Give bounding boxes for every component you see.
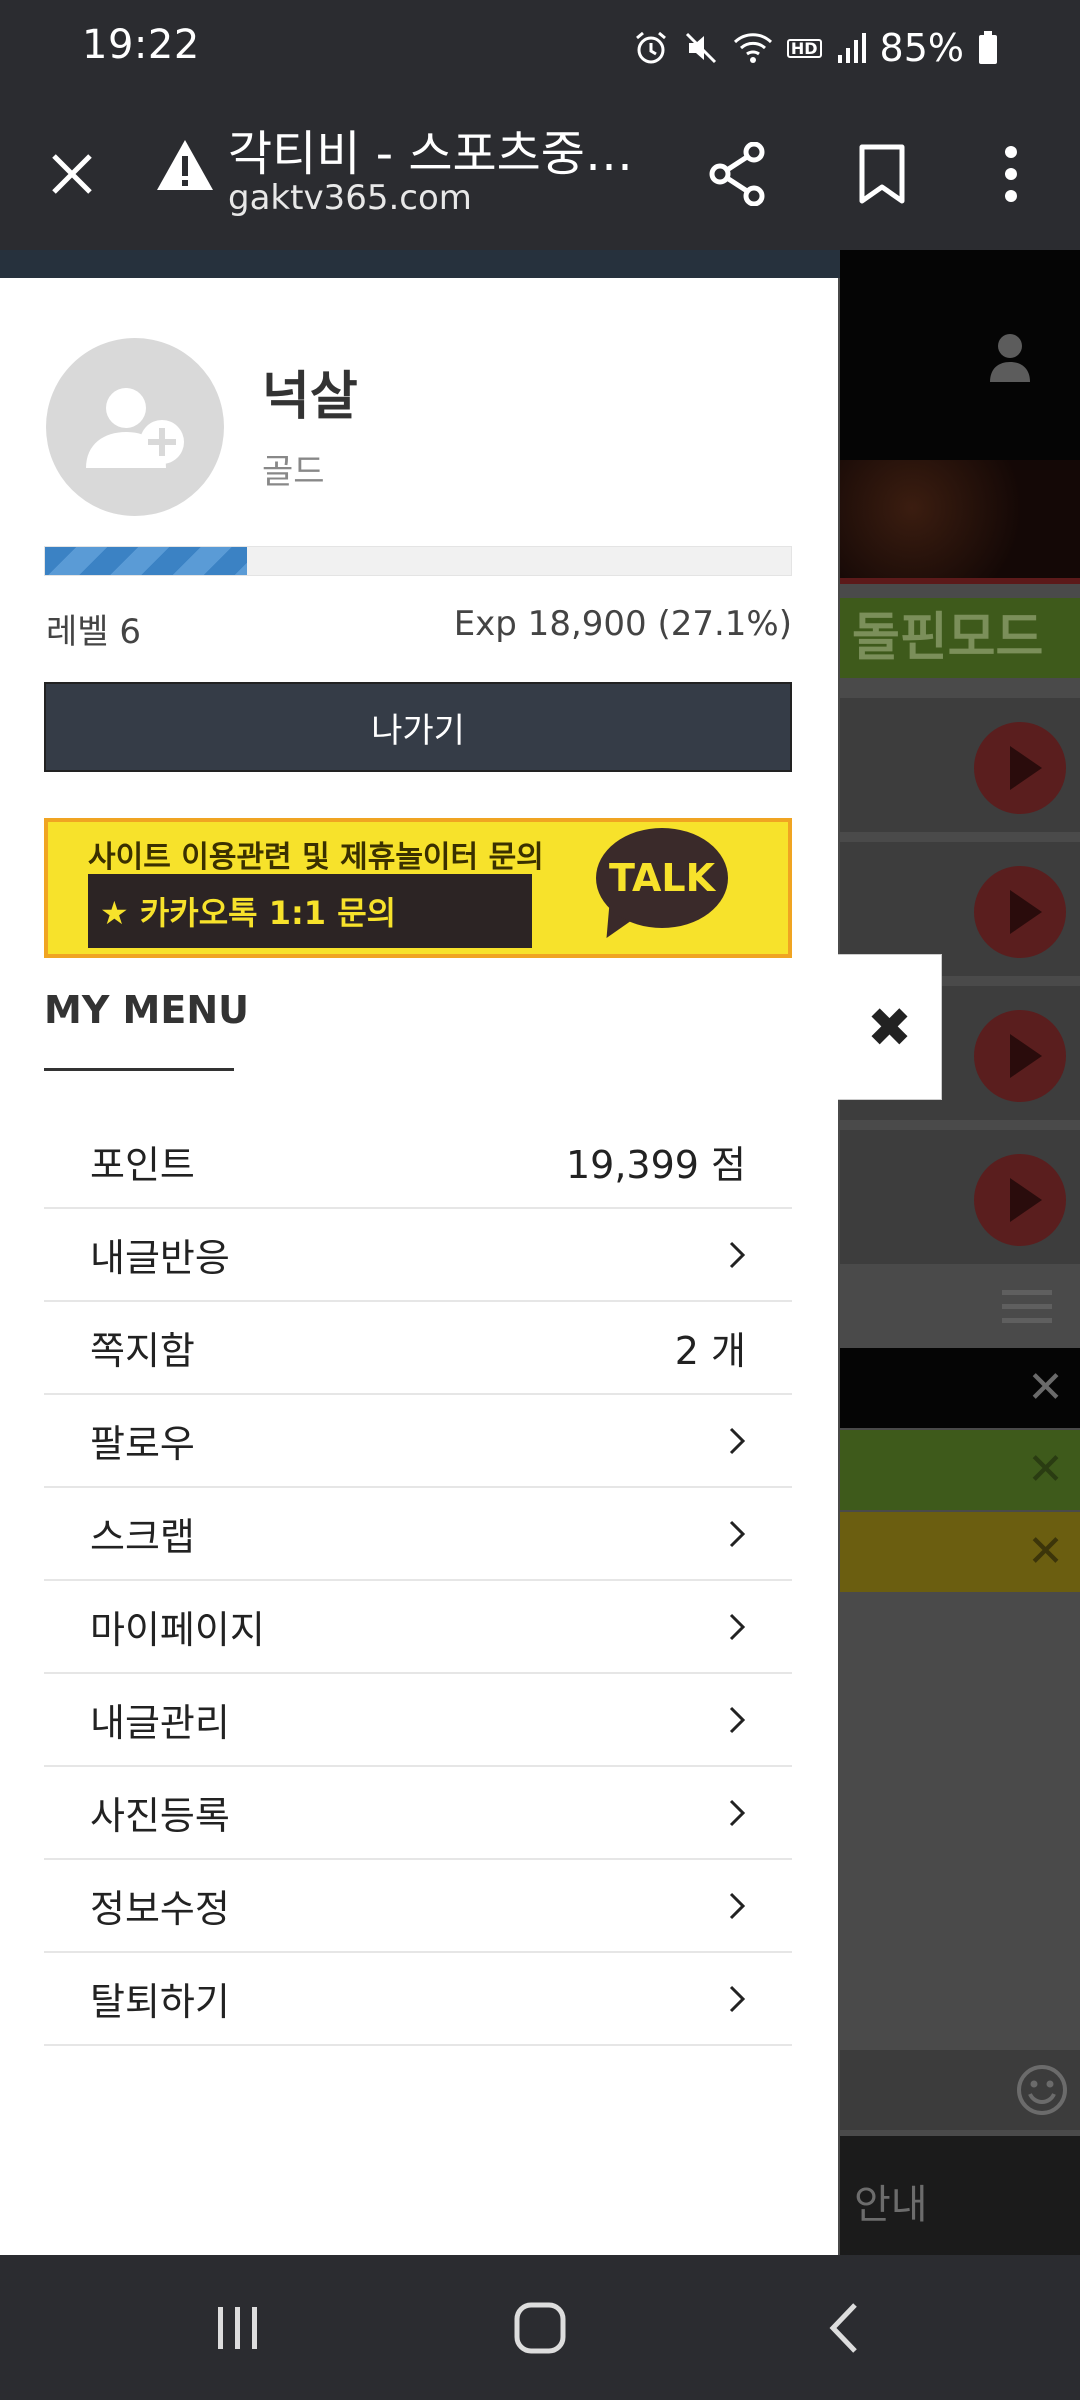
user-icon[interactable] bbox=[988, 332, 1032, 386]
exp-progress-bar bbox=[44, 546, 792, 576]
side-drawer: 넉살 골드 레벨 6 Exp 18,900 (27.1%) 나가기 사이트 이용… bbox=[0, 278, 838, 2255]
share-button[interactable] bbox=[700, 132, 776, 216]
banner-line1: 사이트 이용관련 및 제휴놀이터 문의 bbox=[88, 840, 544, 875]
play-icon bbox=[974, 722, 1066, 814]
menu-item[interactable]: 팔로우 bbox=[44, 1395, 792, 1488]
menu-item-label: 사진등록 bbox=[90, 1794, 230, 1838]
alarm-icon bbox=[635, 31, 666, 64]
list-item[interactable] bbox=[840, 1130, 1080, 1268]
logout-button[interactable]: 나가기 bbox=[44, 682, 792, 772]
chevron-right-icon bbox=[728, 1891, 746, 1921]
kakao-inquiry-banner[interactable]: 사이트 이용관련 및 제휴놀이터 문의 ★ 카카오톡 1:1 문의 TALK bbox=[44, 818, 792, 958]
menu-item[interactable]: 정보수정 bbox=[44, 1860, 792, 1953]
menu-item-label: 정보수정 bbox=[90, 1887, 230, 1931]
my-menu-list: 포인트 19,399 점내글반응쪽지함 2 개팔로우스크랩마이페이지내글관리사진등록… bbox=[44, 1116, 792, 2046]
status-time: 19:22 bbox=[82, 22, 200, 68]
my-menu-underline bbox=[44, 1068, 234, 1071]
menu-item[interactable]: 내글관리 bbox=[44, 1674, 792, 1767]
menu-item-value: 2 개 bbox=[674, 1329, 746, 1373]
close-drawer-button[interactable]: ✖ bbox=[838, 954, 942, 1100]
user-nickname: 넉살 bbox=[262, 367, 358, 427]
user-grade: 골드 bbox=[262, 452, 325, 492]
close-icon[interactable]: ✕ bbox=[1027, 1526, 1064, 1577]
chevron-right-icon bbox=[728, 1240, 746, 1270]
menu-item-label: 쪽지함 bbox=[90, 1329, 195, 1373]
page-title[interactable]: 각티비 - 스포츠중계... bbox=[228, 114, 658, 184]
bookmark-button[interactable] bbox=[844, 132, 920, 216]
menu-item[interactable]: 내글반응 bbox=[44, 1209, 792, 1302]
battery-level: 85% bbox=[879, 26, 964, 70]
add-user-icon bbox=[86, 388, 184, 468]
chevron-right-icon bbox=[728, 1984, 746, 2014]
chevron-right-icon bbox=[728, 1519, 746, 1549]
wifi-icon bbox=[733, 33, 772, 63]
emoji-icon[interactable] bbox=[1016, 2064, 1068, 2120]
more-options-button[interactable] bbox=[976, 132, 1046, 216]
list-item[interactable] bbox=[840, 698, 1080, 836]
back-button[interactable] bbox=[804, 2295, 884, 2361]
browser-toolbar: 각티비 - 스포츠중계... gaktv365.com bbox=[0, 96, 1080, 250]
close-icon[interactable]: ✕ bbox=[1027, 1444, 1064, 1495]
play-icon bbox=[974, 1010, 1066, 1102]
home-button[interactable] bbox=[500, 2295, 580, 2361]
home-icon bbox=[514, 2302, 566, 2354]
menu-item[interactable]: 포인트 19,399 점 bbox=[44, 1116, 792, 1209]
recent-apps-button[interactable] bbox=[198, 2295, 278, 2361]
page-green-banner[interactable]: 돌핀모드 bbox=[840, 598, 1080, 678]
menu-item[interactable]: 마이페이지 bbox=[44, 1581, 792, 1674]
menu-item-label: 마이페이지 bbox=[90, 1608, 265, 1652]
signal-icon bbox=[837, 33, 866, 63]
chevron-right-icon bbox=[728, 1705, 746, 1735]
menu-item[interactable]: 탈퇴하기 bbox=[44, 1953, 792, 2046]
more-vert-icon bbox=[1005, 146, 1017, 202]
recent-apps-icon bbox=[218, 2307, 257, 2349]
banner-line2: ★ 카카오톡 1:1 문의 bbox=[100, 894, 397, 932]
exp-progress-fill bbox=[45, 547, 248, 575]
page-strip-yellow: ✕ bbox=[840, 1512, 1080, 1592]
menu-item-label: 포인트 bbox=[90, 1143, 195, 1187]
menu-item-label: 내글관리 bbox=[90, 1701, 230, 1745]
battery-icon bbox=[979, 31, 997, 64]
share-icon bbox=[709, 142, 765, 206]
close-tab-button[interactable] bbox=[36, 138, 108, 210]
page-strip-green: ✕ bbox=[840, 1430, 1080, 1510]
menu-item-label: 팔로우 bbox=[90, 1422, 195, 1466]
system-nav-bar bbox=[0, 2255, 1080, 2400]
play-icon bbox=[974, 1154, 1066, 1246]
menu-item-label: 스크랩 bbox=[90, 1515, 195, 1559]
hamburger-menu-icon[interactable] bbox=[1002, 1288, 1052, 1330]
chevron-right-icon bbox=[728, 1612, 746, 1642]
status-icons: HD 85% bbox=[633, 26, 998, 70]
user-exp: Exp 18,900 (27.1%) bbox=[453, 604, 792, 644]
page-url[interactable]: gaktv365.com bbox=[228, 178, 472, 218]
menu-item-value: 19,399 점 bbox=[565, 1143, 746, 1187]
bookmark-icon bbox=[859, 144, 905, 204]
page-header-dark bbox=[840, 250, 1080, 460]
hd-voice-icon: HD bbox=[786, 38, 822, 58]
menu-item-label: 내글반응 bbox=[90, 1236, 230, 1280]
menu-item[interactable]: 스크랩 bbox=[44, 1488, 792, 1581]
mute-icon bbox=[685, 32, 716, 64]
kakao-talk-icon: TALK bbox=[596, 828, 728, 928]
page-hero-image bbox=[840, 460, 1080, 580]
avatar[interactable] bbox=[46, 338, 224, 516]
user-level: 레벨 6 bbox=[46, 612, 141, 652]
play-icon bbox=[974, 866, 1066, 958]
chevron-right-icon bbox=[728, 1798, 746, 1828]
warning-icon bbox=[157, 140, 213, 190]
page-divider bbox=[840, 578, 1080, 584]
status-bar: 19:22 HD 85% bbox=[0, 0, 1080, 96]
close-icon bbox=[52, 154, 92, 194]
my-menu-title: MY MENU bbox=[44, 988, 249, 1032]
close-icon[interactable]: ✕ bbox=[1027, 1362, 1064, 1413]
menu-item[interactable]: 쪽지함 2 개 bbox=[44, 1302, 792, 1395]
menu-item[interactable]: 사진등록 bbox=[44, 1767, 792, 1860]
page-notice[interactable]: 안내 bbox=[840, 2136, 1080, 2255]
security-warning-button[interactable] bbox=[150, 130, 220, 200]
back-icon bbox=[829, 2303, 857, 2353]
page-strip-dark: ✕ bbox=[840, 1348, 1080, 1428]
chevron-right-icon bbox=[728, 1426, 746, 1456]
menu-item-label: 탈퇴하기 bbox=[90, 1980, 230, 2024]
